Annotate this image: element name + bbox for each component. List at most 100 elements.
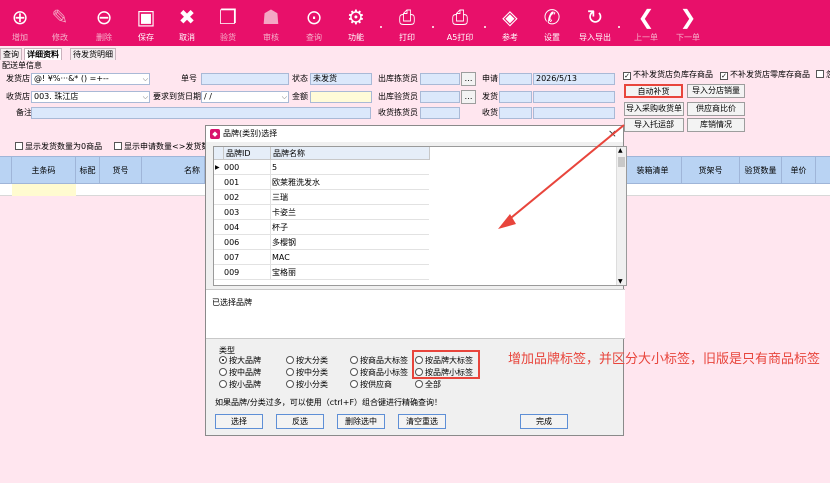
scroll-down-icon[interactable]: ▼ — [618, 278, 623, 285]
column-header[interactable]: 货架号 — [682, 157, 740, 185]
column-header[interactable]: 品牌名称 — [271, 147, 430, 160]
person-icon: ☗ — [262, 5, 280, 29]
column-header[interactable]: 品牌ID — [224, 147, 271, 160]
close-icon[interactable]: × — [608, 126, 617, 142]
out-checker-browse-button[interactable]: … — [461, 90, 476, 104]
annotation-text: 增加品牌标签，并区分大小标签，旧版是只有商品标签 — [508, 352, 821, 367]
radio-dot — [350, 380, 358, 388]
radio-big-category[interactable]: 按大分类 — [286, 356, 328, 366]
show-mismatch-qty-checkbox[interactable]: 显示申请数量<>发货数量 — [114, 141, 217, 153]
show-zero-qty-checkbox[interactable]: 显示发货数量为0商品 — [15, 141, 102, 153]
note-input[interactable] — [31, 107, 371, 119]
import-branch-sales-button[interactable]: 导入分店销量 — [687, 84, 745, 98]
radio-dot — [350, 356, 358, 364]
select-button[interactable]: 选择 — [215, 414, 263, 429]
apply-date-field: 2026/5/13 — [533, 73, 615, 85]
column-header[interactable]: 单价 — [782, 157, 816, 185]
a5-print-button[interactable]: ⎙ A5打印 — [440, 0, 480, 46]
stock-sales-button[interactable]: 库销情况 — [687, 118, 745, 132]
invert-select-button[interactable]: 反选 — [276, 414, 324, 429]
radio-product-small-tag[interactable]: 按商品小标签 — [350, 368, 408, 378]
cancel-button[interactable]: ✖ 取消 — [167, 0, 207, 46]
supplier-price-compare-button[interactable]: 供应商比价 — [687, 102, 745, 116]
radio-big-brand[interactable]: 按大品牌 — [219, 356, 261, 366]
inspect-button[interactable]: ❐ 验货 — [208, 0, 248, 46]
list-item[interactable]: 003 卡姿兰 — [214, 205, 429, 220]
radio-dot — [415, 380, 423, 388]
scroll-up-icon[interactable]: ▲ — [618, 147, 623, 154]
list-item[interactable]: 006 多樱钢 — [214, 235, 429, 250]
ignore-checkbox[interactable]: 忽 — [816, 69, 830, 81]
previous-order-button[interactable]: ❮ 上一单 — [626, 0, 666, 46]
column-header[interactable]: 货号 — [100, 157, 142, 185]
list-item[interactable]: 004 杯子 — [214, 220, 429, 235]
list-item[interactable]: 001 欧莱雅洗发水 — [214, 175, 429, 190]
brand-name: 欧莱雅洗发水 — [272, 178, 320, 187]
approve-button[interactable]: ☗ 审核 — [251, 0, 291, 46]
done-button[interactable]: 完成 — [520, 414, 568, 429]
in-picker-label: 收货拣货员 — [378, 108, 418, 117]
out-picker-browse-button[interactable]: … — [461, 72, 476, 86]
send-store-select[interactable]: @! ¥%···&* () =+-- ⌵ — [31, 73, 150, 85]
function-button[interactable]: ⚙ 功能 — [336, 0, 376, 46]
tab-query[interactable]: 查询 — [0, 48, 22, 60]
document-check-icon: ❐ — [219, 5, 237, 29]
import-export-button[interactable]: ↻ 导入导出 — [575, 0, 615, 46]
chevron-down-icon: ⌵ — [142, 75, 148, 83]
radio-mid-brand[interactable]: 按中品牌 — [219, 368, 261, 378]
brand-id: 000 — [224, 163, 240, 172]
layers-icon: ◈ — [502, 5, 518, 29]
dialog-title: 品牌(类别)选择 — [223, 129, 278, 138]
column-header[interactable]: 名称 — [142, 157, 205, 185]
wrench-icon: ✆ — [543, 5, 561, 29]
out-checker-input[interactable] — [420, 91, 460, 103]
tab-details[interactable]: 详细资料 — [24, 48, 62, 60]
delete-button[interactable]: ⊖ 删除 — [84, 0, 124, 46]
order-no-input[interactable] — [201, 73, 289, 85]
list-item[interactable]: ▶ 000 5 — [214, 160, 429, 175]
radio-all[interactable]: 全部 — [415, 380, 441, 390]
no-replenish-negative-checkbox[interactable]: ✓ 不补发货店负库存商品 — [623, 69, 713, 81]
magnifier-icon: ⊙ — [305, 5, 323, 29]
out-picker-input[interactable] — [420, 73, 460, 85]
reference-button[interactable]: ◈ 参考 — [490, 0, 530, 46]
ship-user-field — [499, 91, 532, 103]
radio-mid-category[interactable]: 按中分类 — [286, 368, 328, 378]
add-button[interactable]: ⊕ 增加 — [0, 0, 40, 46]
radio-supplier[interactable]: 按供应商 — [350, 380, 392, 390]
settings-button[interactable]: ✆ 设置 — [532, 0, 572, 46]
minus-circle-icon: ⊖ — [95, 5, 113, 29]
required-date-input[interactable]: / / ⌵ — [201, 91, 289, 103]
recv-store-select[interactable]: 003. 珠江店 ⌵ — [31, 91, 150, 103]
column-header[interactable]: 验货数量 — [740, 157, 782, 185]
list-item[interactable]: 007 MAC — [214, 250, 429, 265]
tab-pending-shipment[interactable]: 待发货明细 — [70, 48, 116, 60]
save-button[interactable]: ▣ 保存 — [126, 0, 166, 46]
list-item[interactable]: 009 宝格丽 — [214, 265, 429, 280]
radio-product-big-tag[interactable]: 按商品大标签 — [350, 356, 408, 366]
section-title: 配送单信息 — [2, 61, 42, 70]
query-button[interactable]: ⊙ 查询 — [294, 0, 334, 46]
edit-button[interactable]: ✎ 修改 — [40, 0, 80, 46]
import-purchase-receipt-button[interactable]: 导入采购收货单 — [624, 102, 684, 116]
radio-dot — [286, 356, 294, 364]
checkbox-label: 忽 — [826, 70, 830, 79]
clear-reselect-button[interactable]: 清空重选 — [398, 414, 446, 429]
next-order-button[interactable]: ❯ 下一单 — [668, 0, 708, 46]
list-scrollbar[interactable]: ▲ ▼ — [616, 147, 626, 285]
column-header[interactable]: 主条码 — [12, 157, 76, 185]
scrollbar-thumb[interactable] — [618, 157, 625, 167]
print-button[interactable]: ⎙ 打印 — [387, 0, 427, 46]
no-replenish-zero-checkbox[interactable]: ✓ 不补发货店零库存商品 — [720, 69, 810, 81]
radio-small-brand[interactable]: 按小品牌 — [219, 380, 261, 390]
auto-replenish-button[interactable]: 自动补货 — [624, 84, 683, 98]
radio-small-category[interactable]: 按小分类 — [286, 380, 328, 390]
column-header[interactable]: 装箱清单 — [624, 157, 682, 185]
list-item[interactable]: 002 三瑞 — [214, 190, 429, 205]
delete-selected-button[interactable]: 删除选中 — [337, 414, 385, 429]
in-picker-input[interactable] — [420, 107, 460, 119]
selected-cell[interactable] — [12, 184, 76, 196]
column-header[interactable]: 标配 — [76, 157, 100, 185]
import-consignment-button[interactable]: 导入托运部 — [624, 118, 684, 132]
recv-store-label: 收货店 — [6, 92, 30, 101]
